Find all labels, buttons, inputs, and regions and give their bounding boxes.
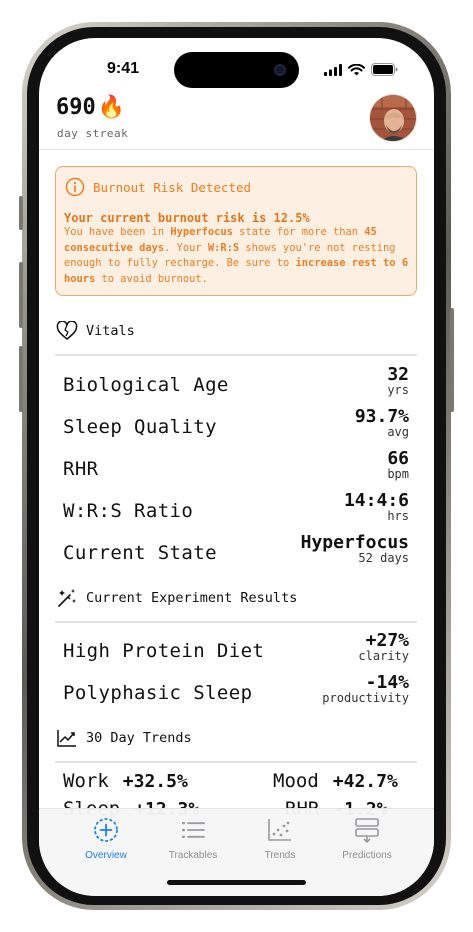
experiments-header: Current Experiment Results	[56, 588, 297, 608]
status-time: 9:41	[106, 60, 140, 77]
action-button	[19, 196, 23, 230]
row-label: High Protein Diet	[63, 640, 265, 662]
wifi-icon	[348, 63, 365, 75]
volume-down-button	[19, 346, 23, 412]
tab-label: Trends	[264, 850, 296, 861]
trend-label: Work	[63, 770, 109, 792]
experiments-title: Current Experiment Results	[86, 590, 298, 606]
row-label: W:R:S Ratio	[63, 500, 194, 522]
row-value: -14%	[365, 672, 409, 693]
row-value-group: Hyperfocus 52 days	[300, 532, 409, 565]
vital-row-wrs-ratio[interactable]: W:R:S Ratio 14:4:6 hrs	[63, 492, 409, 526]
tab-predictions[interactable]: Predictions	[322, 817, 412, 861]
battery-icon	[371, 63, 398, 76]
tab-trends[interactable]: Trends	[235, 817, 325, 861]
row-value: 66	[387, 448, 409, 469]
trend-item-work[interactable]: Work +32.5%	[63, 770, 188, 792]
tab-label: Predictions	[342, 850, 392, 861]
dynamic-island	[174, 52, 299, 88]
vital-row-current-state[interactable]: Current State Hyperfocus 52 days	[63, 534, 409, 568]
row-unit: avg	[387, 425, 409, 439]
profile-photo	[370, 95, 416, 141]
alert-title-row: Burnout Risk Detected	[65, 177, 251, 197]
row-unit: bpm	[387, 467, 409, 481]
row-unit: yrs	[387, 383, 409, 397]
info-icon	[65, 177, 85, 197]
trends-title: 30 Day Trends	[86, 730, 192, 746]
row-value-group: -14% productivity	[322, 672, 409, 705]
streak-count: 690 🔥	[56, 95, 125, 120]
plus-circle-icon	[94, 818, 118, 842]
row-unit: productivity	[322, 691, 409, 705]
row-value: 93.7%	[354, 406, 409, 427]
row-unit: hrs	[387, 509, 409, 523]
vital-row-rhr[interactable]: RHR 66 bpm	[63, 450, 409, 484]
power-button	[450, 308, 454, 412]
experiment-row-high-protein-diet[interactable]: High Protein Diet +27% clarity	[63, 632, 409, 666]
row-value: +27%	[365, 630, 409, 651]
magic-wand-icon	[58, 589, 76, 607]
tab-overview[interactable]: Overview	[61, 817, 151, 861]
trend-label: Mood	[273, 770, 319, 792]
experiment-row-polyphasic-sleep[interactable]: Polyphasic Sleep -14% productivity	[63, 674, 409, 708]
predictions-icon	[355, 818, 379, 844]
divider	[55, 761, 417, 763]
scatter-chart-icon	[268, 819, 291, 841]
alert-ratio: W:R:S	[207, 241, 240, 254]
streak-number: 690	[56, 95, 96, 120]
row-value: 32	[387, 364, 409, 385]
row-value: Hyperfocus	[300, 532, 409, 553]
vitals-title: Vitals	[86, 323, 135, 339]
alert-headline: Your current burnout risk is 12.5%	[64, 211, 310, 225]
row-label: Polyphasic Sleep	[63, 682, 253, 704]
flame-icon: 🔥	[97, 95, 126, 120]
avatar[interactable]	[369, 94, 417, 142]
alert-body: Your current burnout risk is 12.5% You h…	[64, 211, 414, 287]
vitals-header: Vitals	[56, 321, 135, 341]
alert-text: . Your	[164, 241, 208, 254]
app-screen: 9:41 690 🔥 day streak Burnout Risk Detec…	[39, 38, 434, 896]
row-value-group: 14:4:6 hrs	[343, 490, 409, 523]
tab-label: Trackables	[168, 850, 218, 861]
row-value: 14:4:6	[343, 490, 409, 511]
vital-row-sleep-quality[interactable]: Sleep Quality 93.7% avg	[63, 408, 409, 442]
row-label: RHR	[63, 458, 99, 480]
row-unit: clarity	[358, 649, 409, 663]
header-divider	[39, 149, 434, 150]
divider	[55, 354, 417, 356]
tab-label: Overview	[85, 850, 127, 861]
burnout-alert[interactable]: Burnout Risk Detected Your current burno…	[55, 166, 417, 296]
alert-state: Hyperfocus	[170, 226, 233, 239]
home-indicator[interactable]	[167, 880, 306, 885]
alert-text: to avoid burnout.	[95, 272, 208, 285]
heart-pulse-icon	[56, 321, 78, 340]
row-label: Current State	[63, 542, 217, 564]
alert-text: state for more than	[232, 226, 365, 239]
list-icon	[182, 822, 205, 838]
row-value-group: 66 bpm	[387, 448, 409, 481]
tab-trackables[interactable]: Trackables	[148, 817, 238, 861]
row-value-group: +27% clarity	[358, 630, 409, 663]
row-value-group: 93.7% avg	[354, 406, 409, 439]
trend-chart-icon	[57, 730, 76, 747]
status-icons	[324, 63, 398, 76]
trends-header: 30 Day Trends	[56, 728, 192, 748]
row-unit: 52 days	[358, 551, 409, 565]
volume-up-button	[19, 262, 23, 328]
row-label: Sleep Quality	[63, 416, 217, 438]
trend-value: +42.7%	[332, 771, 398, 792]
row-label: Biological Age	[63, 374, 229, 396]
trend-value: +32.5%	[122, 771, 188, 792]
alert-text: You have been in	[64, 226, 171, 239]
cellular-signal-icon	[324, 63, 342, 76]
streak-label: day streak	[57, 127, 129, 140]
camera-icon	[274, 64, 286, 76]
vital-row-biological-age[interactable]: Biological Age 32 yrs	[63, 366, 409, 400]
trend-item-mood[interactable]: Mood +42.7%	[273, 770, 398, 792]
row-value-group: 32 yrs	[387, 364, 409, 397]
alert-title: Burnout Risk Detected	[93, 179, 252, 195]
divider	[55, 621, 417, 623]
